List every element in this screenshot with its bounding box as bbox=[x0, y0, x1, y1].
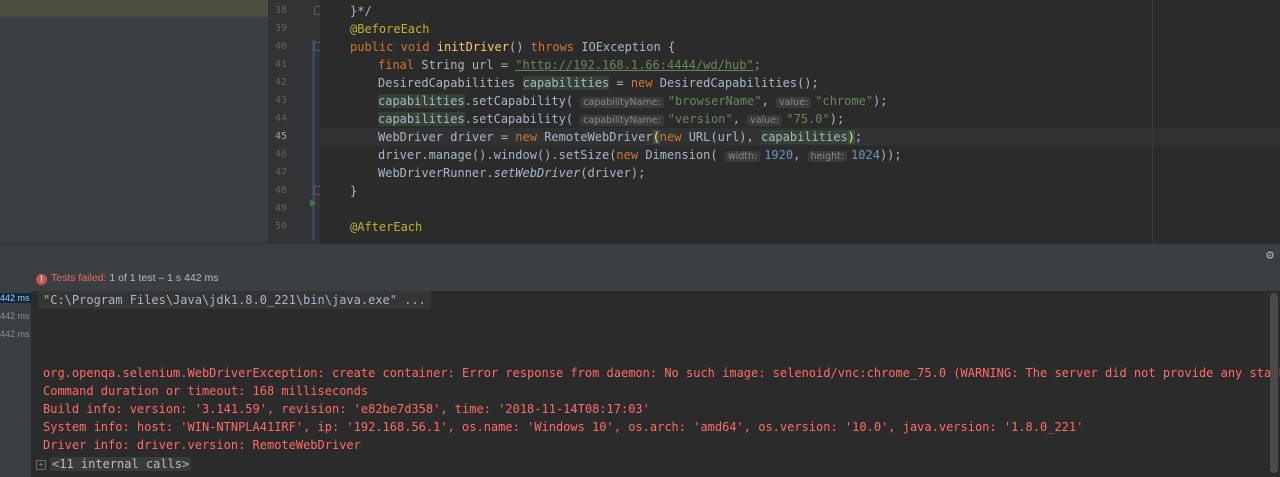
console-error-line: Command duration or timeout: 168 millise… bbox=[43, 384, 369, 398]
code-line: } bbox=[350, 184, 358, 198]
line-number: 49 bbox=[274, 203, 287, 214]
test-tree-time[interactable]: 442 ms bbox=[0, 329, 31, 339]
code-line: public void initDriver() throws IOExcept… bbox=[350, 40, 676, 54]
test-tree-time[interactable]: 442 ms bbox=[0, 293, 31, 303]
code-line: @BeforeEach bbox=[350, 22, 430, 36]
param-hint: capabilityName: bbox=[580, 115, 664, 126]
internal-calls-fold[interactable]: + <11 internal calls> bbox=[36, 455, 192, 473]
project-panel bbox=[0, 0, 268, 243]
code-line: capabilities.setCapability( capabilityNa… bbox=[378, 94, 888, 108]
code-line: WebDriverRunner.setWebDriver(driver); bbox=[378, 166, 646, 180]
line-number: 40 bbox=[274, 41, 287, 52]
code-line: @AfterEach bbox=[350, 220, 423, 234]
line-number: 44 bbox=[274, 113, 287, 124]
run-arrow-icon[interactable] bbox=[310, 199, 316, 207]
param-hint: value: bbox=[747, 115, 783, 126]
param-hint: capabilityName: bbox=[580, 97, 664, 108]
console-error-line: System info: host: 'WIN-NTNPLA41IRF', ip… bbox=[43, 420, 1084, 434]
test-tree-time[interactable]: 442 ms bbox=[0, 311, 31, 321]
expand-icon[interactable]: + bbox=[36, 460, 46, 470]
line-number: 42 bbox=[274, 77, 287, 88]
project-selected-row[interactable] bbox=[0, 0, 268, 17]
console-error-line: Driver info: driver.version: RemoteWebDr… bbox=[43, 438, 361, 452]
right-margin-guide bbox=[1152, 0, 1153, 243]
code-line: capabilities.setCapability( capabilityNa… bbox=[378, 112, 845, 126]
console-scrollbar[interactable] bbox=[1270, 293, 1278, 473]
console-command[interactable]: "C:\Program Files\Java\jdk1.8.0_221\bin\… bbox=[38, 291, 431, 309]
change-marker bbox=[312, 40, 315, 240]
line-number: 47 bbox=[274, 167, 287, 178]
code-line: DesiredCapabilities capabilities = new D… bbox=[378, 76, 819, 90]
code-line-current: WebDriver driver = new RemoteWebDriver(n… bbox=[378, 130, 863, 144]
test-status-bar: ! Tests failed: 1 of 1 test – 1 s 442 ms bbox=[0, 267, 1280, 292]
test-status: ! Tests failed: 1 of 1 test – 1 s 442 ms bbox=[36, 272, 219, 285]
gear-icon[interactable]: ⚙ bbox=[1266, 248, 1274, 263]
console-error-line: Build info: version: '3.141.59', revisio… bbox=[43, 402, 650, 416]
param-hint: height: bbox=[807, 151, 848, 162]
line-number-current: 45 bbox=[274, 131, 287, 142]
param-hint: width: bbox=[724, 151, 761, 162]
run-toolwindow-header: ⚙ bbox=[0, 243, 1280, 268]
code-line: }*/ bbox=[350, 4, 372, 18]
error-icon: ! bbox=[36, 274, 47, 285]
line-number: 39 bbox=[274, 23, 287, 34]
line-number: 43 bbox=[274, 95, 287, 106]
line-number: 48 bbox=[274, 185, 287, 196]
line-number: 50 bbox=[274, 221, 287, 232]
code-line: final String url = "http://192.168.1.66:… bbox=[378, 58, 761, 72]
param-hint: value: bbox=[776, 97, 812, 108]
line-number: 41 bbox=[274, 59, 287, 70]
console-error-line: org.openqa.selenium.WebDriverException: … bbox=[43, 366, 1280, 380]
line-number: 38 bbox=[274, 5, 287, 16]
line-number: 46 bbox=[274, 149, 287, 160]
code-line: driver.manage().window().setSize(new Dim… bbox=[378, 148, 902, 162]
